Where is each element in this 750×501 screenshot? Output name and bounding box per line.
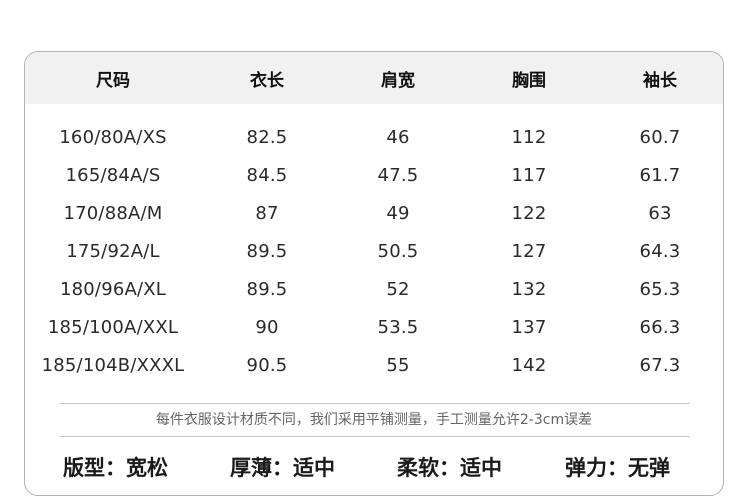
cell-chest: 112 (511, 127, 547, 148)
measurement-note: 每件衣服设计材质不同，我们采用平铺测量，手工测量允许2-3cm误差 (155, 412, 593, 428)
cell-size: 180/96A/XL (59, 279, 167, 300)
cell-size: 175/92A/L (66, 241, 160, 262)
cell-shoulder: 47.5 (377, 165, 419, 186)
cell-sleeve: 61.7 (639, 165, 681, 186)
cell-length: 89.5 (246, 241, 288, 262)
table-header: 尺码 衣长 肩宽 胸围 袖长 (25, 52, 723, 104)
cell-length: 84.5 (246, 165, 288, 186)
cell-chest: 127 (511, 241, 547, 262)
cell-size: 160/80A/XS (59, 127, 167, 148)
cell-shoulder: 46 (386, 127, 410, 148)
cell-size: 170/88A/M (63, 203, 163, 224)
cell-shoulder: 52 (386, 279, 410, 300)
cell-size: 185/100A/XXL (47, 317, 179, 338)
cell-sleeve: 67.3 (639, 355, 681, 376)
cell-sleeve: 64.3 (639, 241, 681, 262)
note-divider-bottom (60, 436, 690, 437)
thickness-property: 厚薄：适中 (230, 456, 335, 480)
cell-shoulder: 55 (386, 355, 410, 376)
cell-sleeve: 66.3 (639, 317, 681, 338)
header-chest: 胸围 (512, 71, 546, 91)
header-sleeve: 袖长 (643, 71, 677, 91)
cell-length: 87 (255, 203, 279, 224)
cell-sleeve: 60.7 (639, 127, 681, 148)
fit-property: 版型：宽松 (63, 456, 168, 480)
cell-length: 89.5 (246, 279, 288, 300)
cell-chest: 137 (511, 317, 547, 338)
softness-property: 柔软：适中 (397, 456, 502, 480)
cell-shoulder: 49 (386, 203, 410, 224)
cell-sleeve: 63 (648, 203, 672, 224)
cell-size: 185/104B/XXXL (41, 355, 185, 376)
cell-shoulder: 53.5 (377, 317, 419, 338)
header-size: 尺码 (96, 71, 130, 91)
cell-chest: 142 (511, 355, 547, 376)
cell-size: 165/84A/S (65, 165, 161, 186)
cell-chest: 132 (511, 279, 547, 300)
cell-sleeve: 65.3 (639, 279, 681, 300)
cell-shoulder: 50.5 (377, 241, 419, 262)
cell-chest: 122 (511, 203, 547, 224)
header-shoulder: 肩宽 (381, 71, 415, 91)
elasticity-property: 弹力：无弹 (565, 456, 670, 480)
cell-length: 90 (255, 317, 279, 338)
cell-length: 82.5 (246, 127, 288, 148)
cell-chest: 117 (511, 165, 547, 186)
note-divider-top (60, 403, 690, 404)
size-chart-card: 尺码 衣长 肩宽 胸围 袖长 160/80A/XS 82.5 46 112 60… (24, 51, 724, 496)
cell-length: 90.5 (246, 355, 288, 376)
header-length: 衣长 (250, 71, 284, 91)
